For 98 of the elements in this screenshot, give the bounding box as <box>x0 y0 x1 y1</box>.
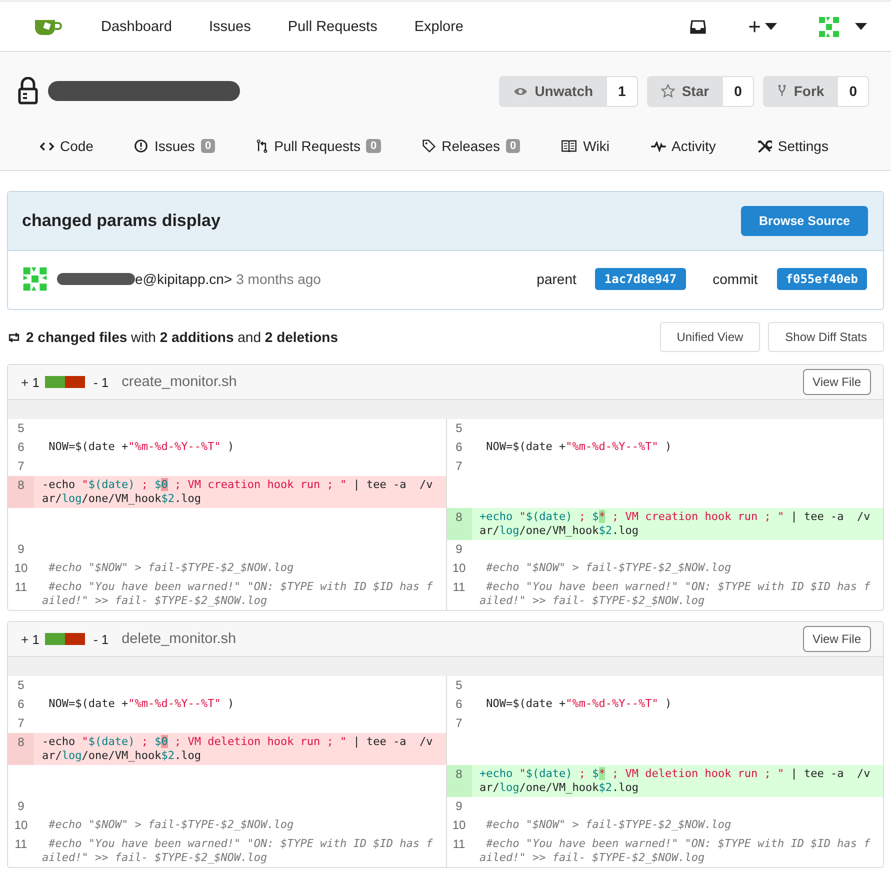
line-number: 10 <box>446 559 472 578</box>
diffstat-bar <box>45 633 86 645</box>
repo-tab[interactable]: Issues 0 <box>134 138 216 154</box>
repo-tab[interactable]: Activity <box>650 138 716 154</box>
repo-tab[interactable]: Code <box>40 138 94 154</box>
lock-icon <box>18 77 38 105</box>
repo-action-button[interactable]: Star <box>646 76 724 106</box>
diff-arrows-icon <box>7 332 21 342</box>
caret-icon[interactable] <box>855 23 867 30</box>
count-badge: 0 <box>506 139 520 153</box>
code-line: #echo "$NOW" > fail-$TYPE-$2_$NOW.log <box>485 817 732 833</box>
parent-label: parent <box>536 271 576 287</box>
line-number: 8 <box>8 476 34 508</box>
author-avatar-icon <box>21 265 49 293</box>
line-number: 8 <box>8 733 34 765</box>
line-number: 7 <box>16 458 26 475</box>
line-number: 9 <box>446 797 472 816</box>
repo-tab[interactable]: Pull Requests 0 <box>256 138 381 154</box>
count-badge: 0 <box>200 139 216 153</box>
fork-icon <box>776 84 787 98</box>
line-number: 11 <box>14 836 28 853</box>
nav-link[interactable]: Explore <box>414 18 464 34</box>
line-number: 6 <box>16 696 26 713</box>
nav-link[interactable]: Dashboard <box>101 18 172 34</box>
line-number: 11 <box>446 578 472 610</box>
file-name: delete_monitor.sh <box>122 631 236 647</box>
code-line: #echo "You have been warned!" "ON: $TYPE with ID $ID has failed!" >> fail- $TYPE-$2_$NOW.log <box>41 579 434 609</box>
commit-title: changed params display <box>22 211 220 231</box>
alert-circle-icon <box>134 139 148 153</box>
code-icon <box>40 140 54 152</box>
commit-time: 3 months ago <box>236 271 321 287</box>
book-icon <box>561 140 578 152</box>
line-number: 11 <box>446 835 472 867</box>
pulse-icon <box>650 140 666 152</box>
commit-sha-link[interactable]: f055ef40eb <box>776 268 867 290</box>
line-number: 9 <box>16 541 26 558</box>
code-line: #echo "You have been warned!" "ON: $TYPE with ID $ID has failed!" >> fail- $TYPE-$2_$NOW.log <box>478 579 872 609</box>
deletions-count: - 1 <box>93 632 109 646</box>
create-new-menu[interactable]: + <box>748 14 777 40</box>
line-number: 9 <box>446 540 472 559</box>
commit-label: commit <box>712 271 758 287</box>
code-line: NOW=$(date +"%m-%d-%Y--%T" ) <box>48 696 236 712</box>
caret-icon <box>765 23 777 30</box>
browse-source-button[interactable]: Browse Source <box>740 206 868 236</box>
line-number: 9 <box>16 798 26 815</box>
line-number: 10 <box>446 816 472 835</box>
nav-link[interactable]: Pull Requests <box>288 18 378 34</box>
additions-count: + 1 <box>21 374 40 390</box>
view-file-button[interactable]: View File <box>802 369 871 395</box>
nav-link[interactable]: Issues <box>208 18 251 34</box>
repo-action-count[interactable]: 1 <box>607 76 638 106</box>
tools-icon <box>756 138 772 154</box>
file-name: create_monitor.sh <box>122 374 237 390</box>
author-email: e@kipitapp.cn> <box>135 271 232 287</box>
code-line: #echo "$NOW" > fail-$TYPE-$2_$NOW.log <box>485 560 732 576</box>
deletions-count: - 1 <box>93 374 109 390</box>
line-number: 7 <box>16 715 26 732</box>
line-number: 5 <box>446 676 472 695</box>
code-line: #echo "You have been warned!" "ON: $TYPE with ID $ID has failed!" >> fail- $TYPE-$2_$NOW.log <box>41 836 434 866</box>
inbox-icon[interactable] <box>690 18 706 34</box>
repo-action-button[interactable]: Fork <box>762 76 838 106</box>
code-line: #echo "$NOW" > fail-$TYPE-$2_$NOW.log <box>48 817 295 833</box>
line-number: 10 <box>13 817 29 834</box>
code-line: #echo "You have been warned!" "ON: $TYPE with ID $ID has failed!" >> fail- $TYPE-$2_$NOW.log <box>478 836 872 866</box>
view-file-button[interactable]: View File <box>802 626 871 652</box>
line-number: 6 <box>446 695 472 714</box>
eye-icon <box>512 86 528 96</box>
parent-sha-link[interactable]: 1ac7d8e947 <box>595 268 686 290</box>
code-line: NOW=$(date +"%m-%d-%Y--%T" ) <box>485 696 673 712</box>
line-number: 7 <box>446 457 472 476</box>
code-line: #echo "$NOW" > fail-$TYPE-$2_$NOW.log <box>48 560 295 576</box>
repo-tab[interactable]: Wiki <box>561 138 610 154</box>
code-line: NOW=$(date +"%m-%d-%Y--%T" ) <box>485 439 673 455</box>
repo-tab[interactable]: Settings <box>756 138 828 154</box>
line-number: 5 <box>446 419 472 438</box>
line-number: 5 <box>16 420 26 437</box>
count-badge: 0 <box>366 139 381 153</box>
repo-action-button[interactable]: Unwatch <box>498 76 608 106</box>
pull-request-icon <box>256 139 268 153</box>
tag-icon <box>422 139 436 153</box>
code-line: NOW=$(date +"%m-%d-%Y--%T" ) <box>48 439 236 455</box>
additions-count: + 1 <box>21 632 40 646</box>
line-number: 6 <box>16 439 26 456</box>
line-number: 5 <box>16 677 26 694</box>
line-number: 6 <box>446 438 472 457</box>
line-number: 8 <box>446 765 472 797</box>
line-number: 11 <box>14 579 28 596</box>
diff-summary: 2 changed files with 2 additions and 2 deletions <box>26 329 338 345</box>
line-number: 10 <box>13 560 29 577</box>
repo-action-count[interactable]: 0 <box>838 76 869 106</box>
line-number: 7 <box>446 714 472 733</box>
diff-view-button[interactable]: Unified View <box>660 322 760 352</box>
repo-action-count[interactable]: 0 <box>723 76 754 106</box>
star-icon <box>660 84 675 98</box>
repo-tab[interactable]: Releases 0 <box>422 138 520 154</box>
line-number: 8 <box>446 508 472 540</box>
diff-view-button[interactable]: Show Diff Stats <box>768 322 884 352</box>
diffstat-bar <box>45 376 86 388</box>
